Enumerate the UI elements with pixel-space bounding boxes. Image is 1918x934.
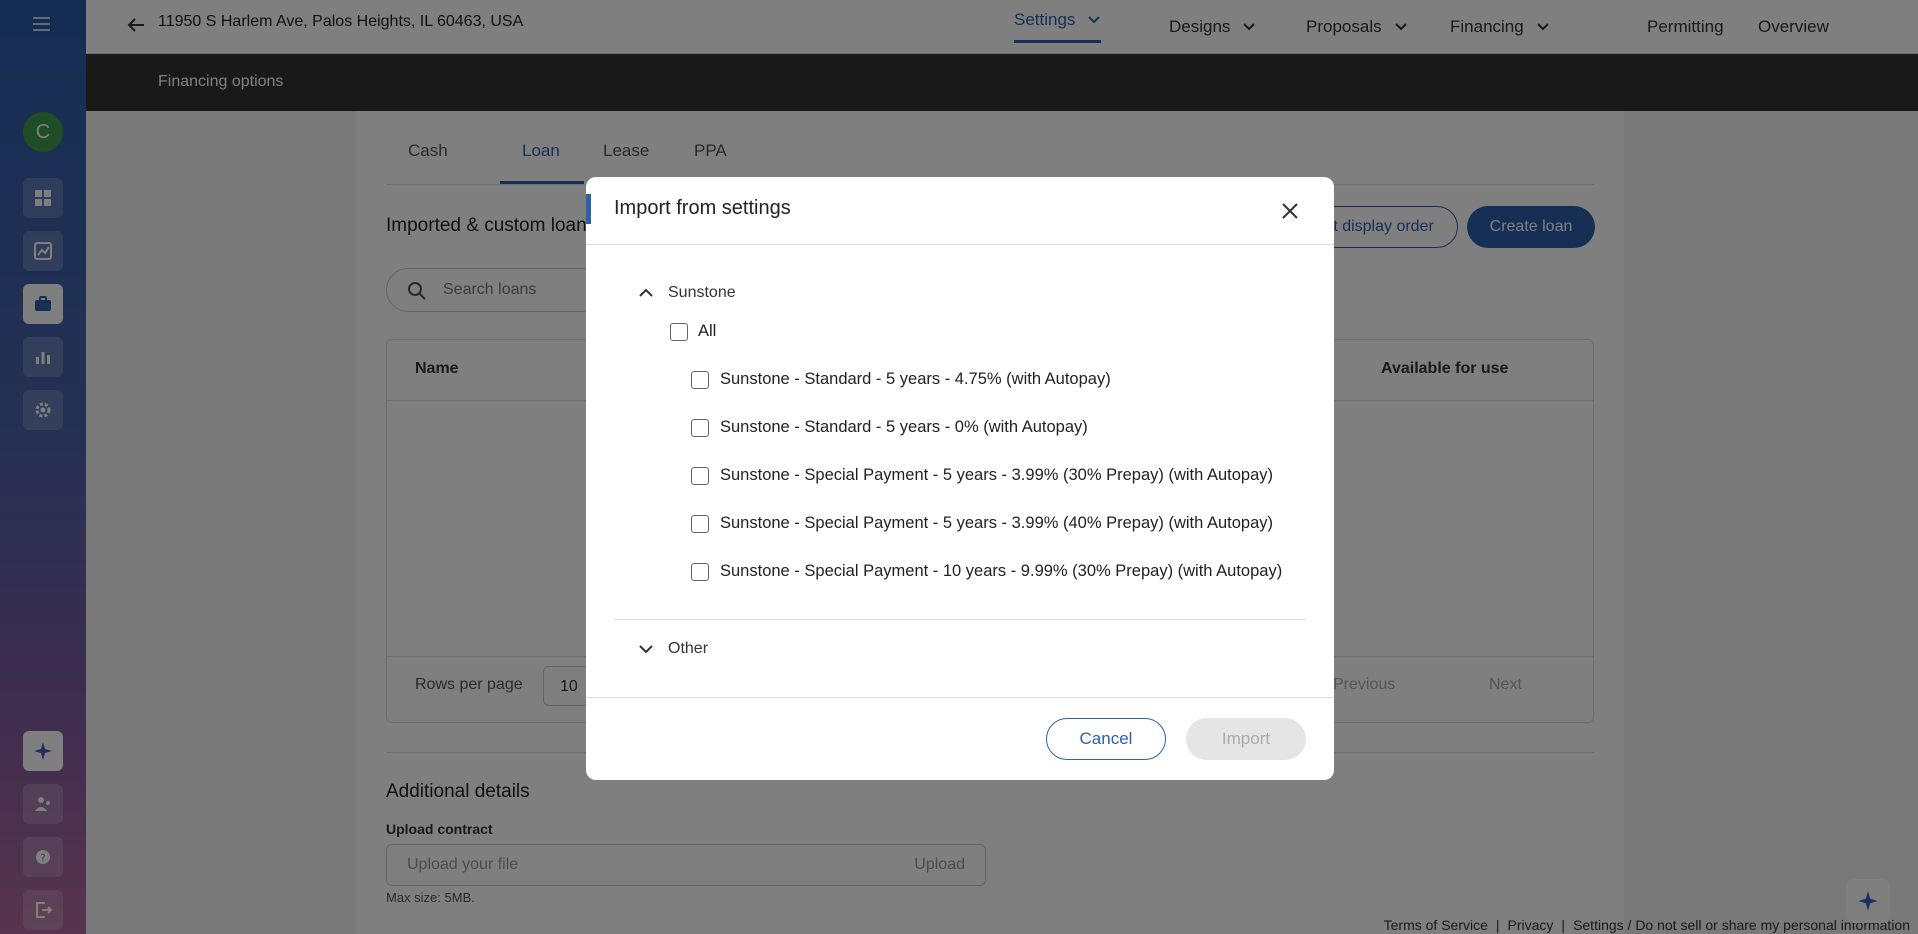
chevron-down-icon: [639, 645, 653, 654]
dialog-divider: [586, 244, 1334, 245]
option-label: Sunstone - Special Payment - 5 years - 3…: [720, 466, 1274, 484]
import-settings-dialog: Import from settings Sunstone All Sunsto…: [586, 177, 1334, 780]
option-label: Sunstone - Standard - 5 years - 4.75% (w…: [720, 370, 1111, 388]
group-toggle-other[interactable]: Other: [638, 640, 708, 658]
checkbox-option[interactable]: [691, 467, 709, 485]
checkbox-option[interactable]: [691, 563, 709, 581]
dialog-title: Import from settings: [614, 197, 791, 219]
dialog-footer-divider: [586, 697, 1334, 698]
group-toggle-sunstone[interactable]: Sunstone: [638, 284, 736, 302]
option-label: Sunstone - Standard - 5 years - 0% (with…: [720, 418, 1088, 436]
dialog-accent-bar: [586, 194, 591, 224]
option-label: Sunstone - Special Payment - 5 years - 3…: [720, 514, 1274, 532]
checkbox-option[interactable]: [691, 515, 709, 533]
close-icon[interactable]: [1278, 199, 1302, 223]
checkbox-all[interactable]: [670, 323, 688, 341]
checkbox-option[interactable]: [691, 419, 709, 437]
group-divider: [614, 619, 1306, 620]
chevron-up-icon: [639, 288, 653, 297]
checkbox-all-label: All: [698, 322, 717, 340]
import-button[interactable]: Import: [1186, 718, 1306, 760]
cancel-button[interactable]: Cancel: [1046, 718, 1166, 760]
option-label: Sunstone - Special Payment - 10 years - …: [720, 562, 1283, 580]
checkbox-option[interactable]: [691, 371, 709, 389]
